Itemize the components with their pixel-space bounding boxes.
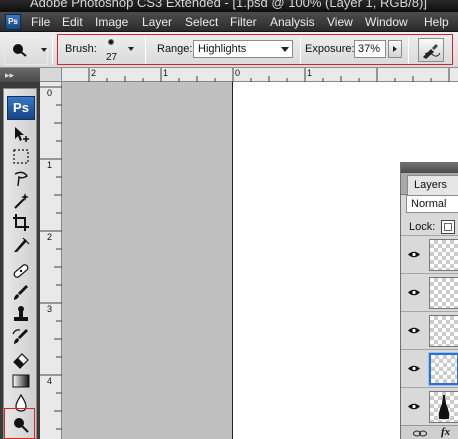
title-bar: Adobe Photoshop CS3 Extended - [1.psd @ … xyxy=(0,0,458,12)
menu-file[interactable]: File xyxy=(31,15,50,29)
layer-row-selected[interactable] xyxy=(401,349,458,387)
vertical-ruler[interactable]: 0 1 2 3 4 xyxy=(40,82,62,439)
app-icon[interactable]: Ps xyxy=(5,14,21,30)
photoshop-badge[interactable]: Ps xyxy=(7,96,35,120)
options-separator xyxy=(52,36,53,64)
menu-select[interactable]: Select xyxy=(185,15,218,29)
menu-bar: Ps File Edit Image Layer Select Filter A… xyxy=(0,12,458,32)
blend-mode-value: Normal xyxy=(411,198,447,210)
checker-icon xyxy=(444,223,452,231)
lasso-tool-icon[interactable] xyxy=(9,168,33,190)
tool-preset-frame xyxy=(4,34,48,65)
layer-row[interactable] xyxy=(401,387,458,425)
ruler-label: 0 xyxy=(235,68,241,78)
slice-tool-icon[interactable] xyxy=(9,234,33,256)
link-layers-icon[interactable] xyxy=(413,429,427,438)
eye-icon[interactable] xyxy=(407,288,421,297)
menu-filter[interactable]: Filter xyxy=(230,15,257,29)
options-highlight-box xyxy=(57,34,453,65)
ruler-label: 1 xyxy=(47,160,53,170)
panel-grip[interactable] xyxy=(401,163,458,173)
lock-label: Lock: xyxy=(409,221,436,233)
move-tool-icon[interactable] xyxy=(9,124,33,146)
magic-wand-tool-icon[interactable] xyxy=(9,190,33,212)
menu-edit[interactable]: Edit xyxy=(62,15,83,29)
ruler-origin[interactable] xyxy=(40,68,62,82)
ruler-label: 0 xyxy=(47,88,53,98)
selected-tool-highlight xyxy=(4,408,35,439)
layer-style-fx-button[interactable]: fx xyxy=(441,426,450,438)
ruler-label: 1 xyxy=(163,68,169,78)
bottle-silhouette-icon xyxy=(438,395,450,419)
ruler-label: 2 xyxy=(47,232,53,242)
gradient-tool-icon[interactable] xyxy=(9,370,33,392)
layer-thumbnail[interactable] xyxy=(429,239,458,271)
menu-image[interactable]: Image xyxy=(95,15,128,29)
layer-thumbnail[interactable] xyxy=(429,277,458,309)
brush-tool-icon[interactable] xyxy=(9,282,33,304)
layer-row[interactable] xyxy=(401,273,458,311)
eye-icon[interactable] xyxy=(407,364,421,373)
ruler-ticks xyxy=(88,68,450,82)
layer-thumbnail[interactable] xyxy=(429,391,458,423)
history-brush-tool-icon[interactable] xyxy=(9,326,33,348)
eye-icon[interactable] xyxy=(407,250,421,259)
eye-icon[interactable] xyxy=(407,402,421,411)
ruler-label: 4 xyxy=(47,376,53,386)
layer-thumbnail[interactable] xyxy=(429,353,458,385)
toolbar-collapse-handle[interactable]: ▸▸ xyxy=(0,68,40,82)
ruler-label: 3 xyxy=(47,304,53,314)
layer-thumbnail[interactable] xyxy=(429,315,458,347)
menu-layer[interactable]: Layer xyxy=(142,15,172,29)
menu-help[interactable]: Help xyxy=(424,15,449,29)
healing-brush-tool-icon[interactable] xyxy=(9,260,33,282)
ruler-label: 2 xyxy=(91,68,97,78)
menu-analysis[interactable]: Analysis xyxy=(270,15,315,29)
ruler-label: 1 xyxy=(307,68,313,78)
tab-layers-label: Layers xyxy=(414,179,448,191)
blend-mode-select[interactable]: Normal xyxy=(406,195,458,213)
layers-footer: fx xyxy=(401,425,458,439)
layer-row[interactable] xyxy=(401,235,458,273)
tab-layers[interactable]: Layers xyxy=(407,175,458,195)
layer-row[interactable] xyxy=(401,311,458,349)
clone-stamp-tool-icon[interactable] xyxy=(9,304,33,326)
layers-tab-bar: Layers xyxy=(401,173,458,195)
window-title: Adobe Photoshop CS3 Extended - [1.psd @ … xyxy=(30,0,427,10)
pasteboard-area[interactable] xyxy=(62,82,232,439)
horizontal-ruler[interactable]: 2 1 0 1 xyxy=(62,68,458,82)
eraser-tool-icon[interactable] xyxy=(9,348,33,370)
menu-window[interactable]: Window xyxy=(365,15,408,29)
crop-tool-icon[interactable] xyxy=(9,212,33,234)
lock-transparency-checkbox[interactable] xyxy=(441,220,455,234)
menu-view[interactable]: View xyxy=(327,15,353,29)
marquee-tool-icon[interactable] xyxy=(9,146,33,168)
layers-panel: Layers Normal Lock: fx xyxy=(400,162,458,439)
eye-icon[interactable] xyxy=(407,326,421,335)
